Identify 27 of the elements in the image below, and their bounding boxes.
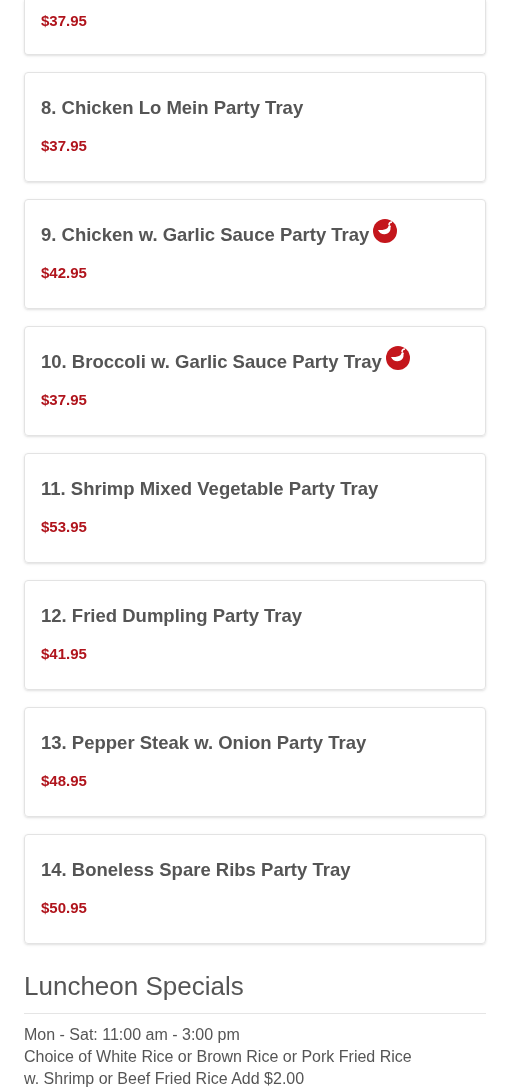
item-name: 14. Boneless Spare Ribs Party Tray bbox=[41, 858, 351, 883]
section-heading: Luncheon Specials bbox=[24, 968, 486, 1014]
item-price: $37.95 bbox=[41, 390, 88, 410]
item-price: $37.95 bbox=[41, 136, 88, 156]
menu-item-card[interactable]: 10. Broccoli w. Garlic Sauce Party Tray $37.95 bbox=[24, 326, 486, 436]
item-name: 13. Pepper Steak w. Onion Party Tray bbox=[41, 731, 367, 756]
item-name: 8. Chicken Lo Mein Party Tray bbox=[41, 96, 304, 121]
item-price: $41.95 bbox=[41, 644, 88, 664]
item-name: 12. Fried Dumpling Party Tray bbox=[41, 604, 303, 629]
item-price: $53.95 bbox=[41, 517, 88, 537]
menu-item-card[interactable]: $37.95 bbox=[24, 0, 486, 55]
item-name: 9. Chicken w. Garlic Sauce Party Tray bbox=[41, 223, 370, 248]
item-name: 10. Broccoli w. Garlic Sauce Party Tray bbox=[41, 350, 382, 375]
item-price: $42.95 bbox=[41, 263, 88, 283]
menu-item-card[interactable]: 9. Chicken w. Garlic Sauce Party Tray $42.95 bbox=[24, 199, 486, 309]
item-price: $37.95 bbox=[41, 11, 88, 31]
section-text: Mon - Sat: 11:00 am - 3:00 pm bbox=[24, 1025, 241, 1045]
section-text: Choice of White Rice or Brown Rice or Pork Fried Rice bbox=[24, 1047, 413, 1067]
menu-item-card[interactable]: 8. Chicken Lo Mein Party Tray $37.95 bbox=[24, 72, 486, 182]
menu-item-card[interactable]: 11. Shrimp Mixed Vegetable Party Tray $53.95 bbox=[24, 453, 486, 563]
section-text: w. Shrimp or Beef Fried Rice Add $2.00 bbox=[24, 1069, 306, 1089]
item-name: 11. Shrimp Mixed Vegetable Party Tray bbox=[41, 477, 379, 502]
menu-item-card[interactable]: 14. Boneless Spare Ribs Party Tray $50.95 bbox=[24, 834, 486, 944]
menu-item-card[interactable]: 13. Pepper Steak w. Onion Party Tray $48.95 bbox=[24, 707, 486, 817]
item-price: $50.95 bbox=[41, 898, 88, 918]
item-price: $48.95 bbox=[41, 771, 88, 791]
menu-item-card[interactable]: 12. Fried Dumpling Party Tray $41.95 bbox=[24, 580, 486, 690]
